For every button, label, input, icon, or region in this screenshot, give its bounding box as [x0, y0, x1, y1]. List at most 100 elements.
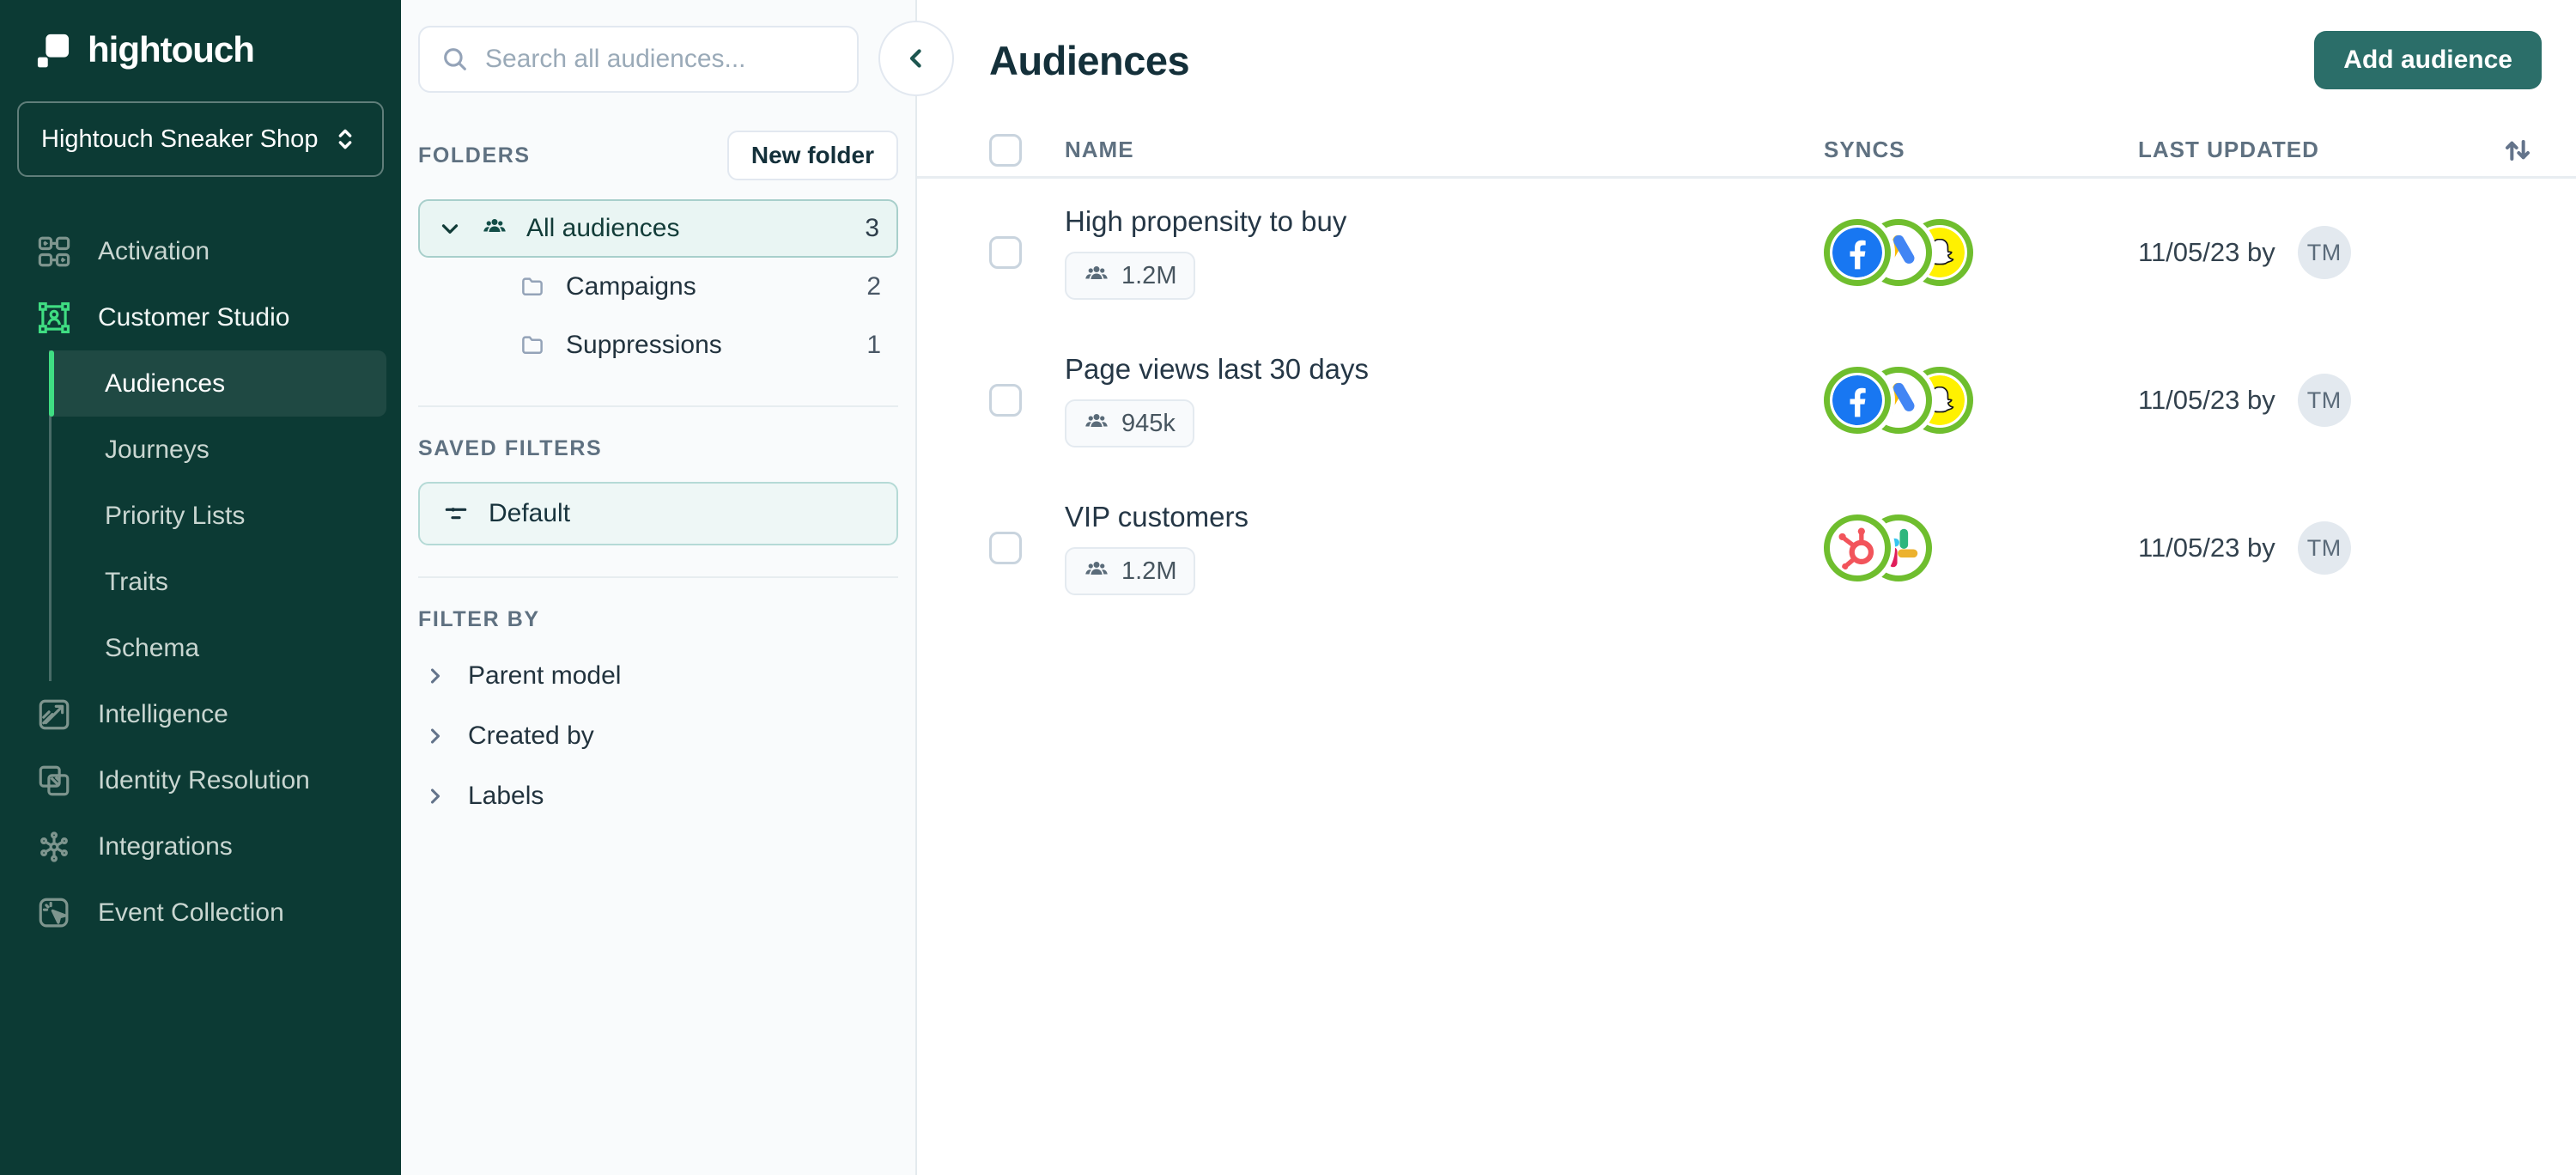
logo-text: hightouch — [88, 29, 255, 70]
audience-size-badge: 1.2M — [1065, 252, 1196, 300]
customer-studio-icon — [38, 301, 70, 333]
table-row: Page views last 30 days 945k 11/05/23 by… — [917, 326, 2576, 474]
search-input[interactable] — [485, 45, 836, 74]
hubspot-sync-icon[interactable] — [1824, 514, 1891, 581]
syncs-cell — [1824, 367, 2138, 434]
folder-count: 2 — [866, 272, 881, 301]
sidebar-item-schema[interactable]: Schema — [52, 615, 386, 681]
chevron-right-icon — [430, 728, 440, 744]
facebook-sync-icon[interactable] — [1824, 367, 1891, 434]
avatar[interactable]: TM — [2297, 521, 2351, 575]
add-audience-button[interactable]: Add audience — [2314, 31, 2542, 89]
folders-header: FOLDERS New folder — [418, 131, 898, 180]
collapse-panel-button[interactable] — [878, 21, 954, 96]
sidebar-item-audiences[interactable]: Audiences — [49, 350, 386, 417]
app-root: hightouch Hightouch Sneaker Shop Activat… — [0, 0, 2576, 1175]
row-checkbox[interactable] — [989, 384, 1022, 417]
saved-filter-default[interactable]: Default — [418, 482, 898, 545]
row-checkbox[interactable] — [989, 236, 1022, 269]
saved-filter-label: Default — [489, 499, 571, 527]
sidebar-item-event-collection[interactable]: Event Collection — [0, 880, 401, 946]
folders-label: FOLDERS — [418, 143, 531, 167]
intelligence-icon — [39, 699, 70, 729]
sidebar-nav: Activation Customer Studio Audiences Jou… — [0, 218, 401, 946]
sidebar-item-label: Identity Resolution — [98, 765, 310, 794]
folder-all-audiences[interactable]: All audiences 3 — [418, 199, 898, 258]
sidebar-item-label: Journeys — [105, 435, 210, 464]
saved-filters-label: SAVED FILTERS — [418, 436, 603, 460]
hubspot-icon — [1838, 527, 1874, 570]
folder-label: Suppressions — [566, 331, 722, 359]
sidebar-item-label: Customer Studio — [98, 302, 290, 332]
syncs-cell — [1824, 219, 2138, 286]
filter-labels[interactable]: Labels — [418, 766, 898, 826]
filter-created-by[interactable]: Created by — [418, 706, 898, 766]
workspace-name: Hightouch Sneaker Shop — [41, 125, 319, 153]
folder-suppressions[interactable]: Suppressions 1 — [418, 316, 898, 374]
sidebar-item-priority-lists[interactable]: Priority Lists — [52, 483, 386, 549]
folder-tree: All audiences 3 Campaigns 2 Suppressions… — [418, 199, 898, 374]
folder-label: Campaigns — [566, 272, 696, 301]
activation-icon — [38, 236, 70, 266]
filter-parent-model[interactable]: Parent model — [418, 646, 898, 706]
table-row: VIP customers 1.2M 11/05/23 by TM — [917, 474, 2576, 622]
sidebar-item-identity-resolution[interactable]: Identity Resolution — [0, 747, 401, 813]
folder-count: 3 — [865, 214, 879, 242]
customer-studio-subnav: Audiences Journeys Priority Lists Traits… — [49, 350, 386, 681]
last-updated-text: 11/05/23 by — [2138, 385, 2275, 415]
audience-size-badge: 945k — [1065, 399, 1194, 447]
chevron-up-down-icon — [338, 129, 352, 149]
folder-campaigns[interactable]: Campaigns 2 — [418, 258, 898, 316]
folders-panel: FOLDERS New folder All audiences 3 — [401, 0, 954, 1175]
folder-icon — [522, 336, 543, 354]
integrations-icon — [40, 831, 68, 862]
workspace-selector[interactable]: Hightouch Sneaker Shop — [17, 101, 384, 177]
avatar[interactable]: TM — [2297, 374, 2351, 427]
folder-icon — [522, 277, 543, 295]
sort-button[interactable] — [2494, 126, 2542, 174]
row-checkbox[interactable] — [989, 532, 1022, 564]
column-header-name: NAME — [1065, 137, 1134, 162]
sidebar-item-intelligence[interactable]: Intelligence — [0, 681, 401, 747]
hightouch-logo-icon — [37, 33, 70, 68]
avatar[interactable]: TM — [2297, 226, 2351, 279]
audience-name-link[interactable]: Page views last 30 days — [1065, 353, 1369, 386]
audience-name-cell: Page views last 30 days 945k — [1065, 353, 1824, 447]
sidebar-item-activation[interactable]: Activation — [0, 218, 401, 284]
select-all-checkbox[interactable] — [989, 133, 1022, 167]
sidebar-item-integrations[interactable]: Integrations — [0, 813, 401, 880]
facebook-sync-icon[interactable] — [1824, 219, 1891, 286]
last-updated-text: 11/05/23 by — [2138, 533, 2275, 563]
identity-resolution-icon — [39, 765, 70, 795]
audience-size: 945k — [1121, 409, 1176, 437]
syncs-cell — [1824, 514, 2138, 581]
filter-by-label: FILTER BY — [418, 607, 540, 631]
sidebar-item-label: Priority Lists — [105, 501, 246, 530]
folder-label: All audiences — [526, 214, 680, 242]
sidebar-item-label: Activation — [98, 236, 210, 265]
sidebar-item-traits[interactable]: Traits — [52, 549, 386, 615]
audience-size-badge: 1.2M — [1065, 547, 1196, 595]
last-updated-cell: 11/05/23 by TM — [2138, 374, 2480, 427]
hightouch-logo[interactable]: hightouch — [0, 0, 401, 70]
sidebar-item-label: Event Collection — [98, 898, 284, 927]
sort-arrows-icon — [2506, 139, 2530, 161]
chevron-down-icon[interactable] — [437, 216, 463, 241]
main-content: Audiences Add audience NAME SYNCS LAST U… — [917, 0, 2576, 1175]
chevron-left-icon — [909, 49, 921, 68]
people-group-icon — [1085, 562, 1108, 575]
sidebar-item-customer-studio[interactable]: Customer Studio — [0, 284, 401, 350]
new-folder-button[interactable]: New folder — [726, 131, 898, 180]
people-group-icon — [483, 219, 506, 232]
sidebar-item-journeys[interactable]: Journeys — [52, 417, 386, 483]
filter-label: Created by — [468, 721, 594, 750]
folder-count: 1 — [866, 331, 881, 359]
audience-name-cell: High propensity to buy 1.2M — [1065, 205, 1824, 300]
page-title: Audiences — [989, 37, 1190, 83]
table-header: NAME SYNCS LAST UPDATED — [917, 124, 2576, 179]
event-collection-icon — [39, 898, 69, 927]
audience-name-link[interactable]: VIP customers — [1065, 501, 1249, 533]
audience-name-link[interactable]: High propensity to buy — [1065, 205, 1346, 238]
sidebar-item-label: Audiences — [105, 368, 226, 398]
sidebar-item-label: Integrations — [98, 831, 233, 861]
